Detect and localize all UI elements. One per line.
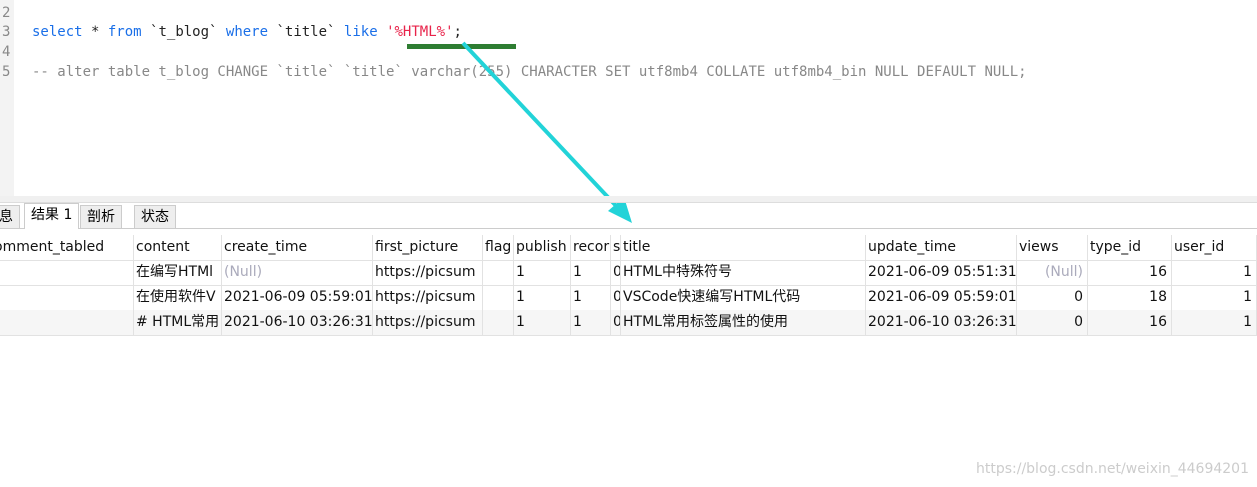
- cell-user_id[interactable]: 1: [1172, 310, 1257, 335]
- cell-update_time[interactable]: 2021-06-09 05:59:01: [866, 285, 1017, 310]
- cell-publish[interactable]: 1: [514, 285, 571, 310]
- cell-type_id[interactable]: 16: [1088, 260, 1172, 285]
- cell-create_time[interactable]: 2021-06-10 03:26:31: [222, 310, 373, 335]
- cell-content[interactable]: # HTML常用: [134, 310, 222, 335]
- cell-flag[interactable]: [483, 260, 514, 285]
- cell-omment_tabled[interactable]: [0, 260, 134, 285]
- table-row[interactable]: # HTML常用 2021-06-10 03:26:31 https://picsu…: [0, 310, 1257, 336]
- result-tabs: 息 结果 1 剖析 状态: [0, 203, 1257, 229]
- column-header-title[interactable]: title: [621, 235, 866, 260]
- column-header-create_time[interactable]: create_time: [222, 235, 373, 260]
- cell-publish[interactable]: 1: [514, 310, 571, 335]
- splitter[interactable]: [0, 196, 1257, 203]
- cell-s[interactable]: 0: [611, 310, 621, 335]
- cell-title[interactable]: VSCode快速编写HTML代码: [621, 285, 866, 310]
- column-header-flag[interactable]: flag: [483, 235, 514, 260]
- tab-result-1[interactable]: 结果 1: [24, 203, 80, 229]
- column-header-first_picture[interactable]: first_picture: [373, 235, 483, 260]
- cell-update_time[interactable]: 2021-06-09 05:51:31: [866, 260, 1017, 285]
- cell-create_time[interactable]: 2021-06-09 05:59:01: [222, 285, 373, 310]
- column-header-publish[interactable]: publish: [514, 235, 571, 260]
- cell-recor[interactable]: 1: [571, 310, 611, 335]
- cell-first_picture[interactable]: https://picsum: [373, 260, 483, 285]
- column-header-s[interactable]: s: [611, 235, 621, 260]
- cell-type_id[interactable]: 18: [1088, 285, 1172, 310]
- tab-status[interactable]: 状态: [134, 205, 176, 228]
- cell-s[interactable]: 0: [611, 285, 621, 310]
- cell-update_time[interactable]: 2021-06-10 03:26:31: [866, 310, 1017, 335]
- cell-s[interactable]: 0: [611, 260, 621, 285]
- cell-views[interactable]: 0: [1017, 310, 1088, 335]
- cell-recor[interactable]: 1: [571, 260, 611, 285]
- cell-title[interactable]: HTML常用标签属性的使用: [621, 310, 866, 335]
- column-header-recor[interactable]: recor: [571, 235, 611, 260]
- cell-omment_tabled[interactable]: [0, 285, 134, 310]
- cell-flag[interactable]: [483, 310, 514, 335]
- cell-type_id[interactable]: 16: [1088, 310, 1172, 335]
- cell-user_id[interactable]: 1: [1172, 260, 1257, 285]
- cell-omment_tabled[interactable]: [0, 310, 134, 335]
- cell-recor[interactable]: 1: [571, 285, 611, 310]
- cell-title[interactable]: HTML中特殊符号: [621, 260, 866, 285]
- column-header-type_id[interactable]: type_id: [1088, 235, 1172, 260]
- table-row[interactable]: 在使用软件V 2021-06-09 05:59:01 https://picsum 1…: [0, 285, 1257, 311]
- cell-flag[interactable]: [483, 285, 514, 310]
- tab-profile[interactable]: 剖析: [80, 205, 122, 228]
- cell-first_picture[interactable]: https://picsum: [373, 285, 483, 310]
- cell-publish[interactable]: 1: [514, 260, 571, 285]
- column-header-omment_tabled[interactable]: omment_tabled: [0, 235, 134, 260]
- cell-create_time[interactable]: (Null): [222, 260, 373, 285]
- header-row[interactable]: omment_tabled content create_time first_pic…: [0, 235, 1257, 261]
- watermark: https://blog.csdn.net/weixin_44694201: [975, 461, 1249, 477]
- column-header-views[interactable]: views: [1017, 235, 1088, 260]
- cell-content[interactable]: 在编写HTMl: [134, 260, 222, 285]
- column-header-user_id[interactable]: user_id: [1172, 235, 1257, 260]
- column-header-content[interactable]: content: [134, 235, 222, 260]
- tab-info[interactable]: 息: [0, 205, 20, 228]
- cell-views[interactable]: (Null): [1017, 260, 1088, 285]
- cell-content[interactable]: 在使用软件V: [134, 285, 222, 310]
- cell-views[interactable]: 0: [1017, 285, 1088, 310]
- column-header-update_time[interactable]: update_time: [866, 235, 1017, 260]
- table-row[interactable]: 在编写HTMl(Null)https://picsum110HTML中特殊符号2…: [0, 260, 1257, 286]
- cell-user_id[interactable]: 1: [1172, 285, 1257, 310]
- cell-first_picture[interactable]: https://picsum: [373, 310, 483, 335]
